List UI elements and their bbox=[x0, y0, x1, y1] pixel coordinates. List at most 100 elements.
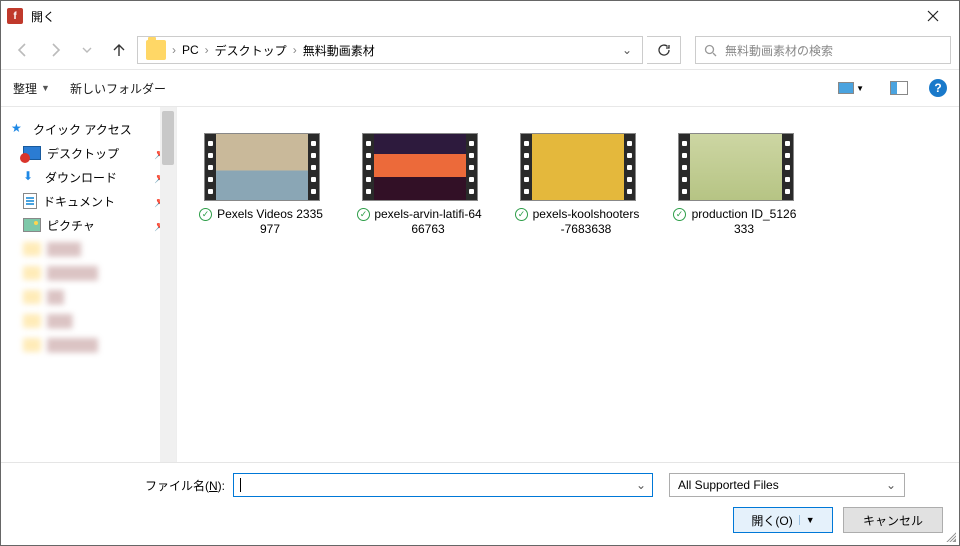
up-button[interactable] bbox=[105, 36, 133, 64]
filetype-select[interactable]: All Supported Files ⌄ bbox=[669, 473, 905, 497]
sidebar: ★ クイック アクセス デスクトップ 📌 ⬇ ダウンロード 📌 ドキュメント 📌… bbox=[1, 107, 177, 462]
app-icon: f bbox=[7, 8, 23, 24]
file-item[interactable]: ✓Pexels Videos 2335977 bbox=[197, 133, 327, 237]
organize-menu[interactable]: 整理 ▼ bbox=[13, 80, 50, 97]
desktop-icon bbox=[23, 146, 41, 160]
search-input[interactable]: 無料動画素材の検索 bbox=[695, 36, 951, 64]
sidebar-item-redacted[interactable]: ███ bbox=[1, 309, 176, 333]
text-caret bbox=[240, 478, 241, 492]
crumb-separator: › bbox=[170, 43, 178, 57]
footer: ファイル名(N): ⌄ All Supported Files ⌄ 開く(O) … bbox=[1, 462, 959, 545]
open-button[interactable]: 開く(O) ▼ bbox=[733, 507, 833, 533]
split-chevron-icon: ▼ bbox=[799, 515, 815, 525]
sidebar-scrollbar[interactable] bbox=[160, 107, 176, 462]
video-thumbnail bbox=[678, 133, 794, 201]
sync-check-icon: ✓ bbox=[357, 208, 370, 221]
chevron-down-icon: ▼ bbox=[41, 83, 50, 93]
sidebar-item-pictures[interactable]: ピクチャ 📌 bbox=[1, 213, 176, 237]
star-icon: ★ bbox=[11, 121, 27, 137]
address-bar[interactable]: › PC › デスクトップ › 無料動画素材 ⌄ bbox=[137, 36, 643, 64]
document-icon bbox=[23, 193, 37, 209]
sidebar-item-redacted[interactable]: ██████ bbox=[1, 261, 176, 285]
sync-check-icon: ✓ bbox=[673, 208, 686, 221]
pictures-icon bbox=[23, 218, 41, 232]
toolbar: 整理 ▼ 新しいフォルダー ▼ ? bbox=[1, 69, 959, 107]
cancel-button[interactable]: キャンセル bbox=[843, 507, 943, 533]
refresh-button[interactable] bbox=[647, 36, 681, 64]
file-item[interactable]: ✓pexels-arvin-latifi-6466763 bbox=[355, 133, 485, 237]
chevron-down-icon: ⌄ bbox=[886, 478, 896, 492]
resize-grip[interactable] bbox=[944, 530, 956, 542]
sidebar-item-label: ████ bbox=[47, 242, 81, 256]
crumb-separator: › bbox=[203, 43, 211, 57]
video-thumbnail bbox=[204, 133, 320, 201]
address-dropdown[interactable]: ⌄ bbox=[616, 43, 638, 57]
chevron-down-icon bbox=[82, 45, 92, 55]
close-icon bbox=[927, 10, 939, 22]
thumbnail-view-icon bbox=[838, 82, 854, 94]
organize-label: 整理 bbox=[13, 80, 37, 97]
preview-pane-icon bbox=[890, 81, 908, 95]
breadcrumb-desktop[interactable]: デスクトップ bbox=[211, 42, 291, 59]
film-sprocket-icon bbox=[782, 134, 793, 200]
folder-icon bbox=[23, 242, 41, 256]
sidebar-item-redacted[interactable]: ██████ bbox=[1, 333, 176, 357]
view-mode-button[interactable]: ▼ bbox=[833, 79, 869, 97]
sidebar-item-label: ███ bbox=[47, 314, 73, 328]
back-button[interactable] bbox=[9, 36, 37, 64]
folder-icon bbox=[23, 338, 41, 352]
recent-dropdown[interactable] bbox=[73, 36, 101, 64]
sidebar-item-downloads[interactable]: ⬇ ダウンロード 📌 bbox=[1, 165, 176, 189]
file-name: production ID_5126333 bbox=[689, 207, 799, 237]
new-folder-label: 新しいフォルダー bbox=[70, 80, 166, 97]
folder-icon bbox=[23, 290, 41, 304]
film-sprocket-icon bbox=[521, 134, 532, 200]
breadcrumb-current[interactable]: 無料動画素材 bbox=[299, 42, 379, 59]
film-sprocket-icon bbox=[466, 134, 477, 200]
folder-icon bbox=[23, 314, 41, 328]
file-name: pexels-koolshooters-7683638 bbox=[531, 207, 641, 237]
film-sprocket-icon bbox=[624, 134, 635, 200]
forward-button[interactable] bbox=[41, 36, 69, 64]
film-sprocket-icon bbox=[679, 134, 690, 200]
filetype-label: All Supported Files bbox=[678, 478, 779, 492]
sync-check-icon: ✓ bbox=[515, 208, 528, 221]
sidebar-item-label: ██████ bbox=[47, 266, 98, 280]
scrollbar-thumb[interactable] bbox=[162, 111, 174, 165]
file-item[interactable]: ✓production ID_5126333 bbox=[671, 133, 801, 237]
file-name: Pexels Videos 2335977 bbox=[215, 207, 325, 237]
arrow-right-icon bbox=[46, 41, 64, 59]
help-button[interactable]: ? bbox=[929, 79, 947, 97]
window-title: 開く bbox=[31, 8, 55, 25]
filename-input[interactable]: ⌄ bbox=[233, 473, 653, 497]
video-thumbnail bbox=[520, 133, 636, 201]
search-icon bbox=[704, 44, 717, 57]
new-folder-button[interactable]: 新しいフォルダー bbox=[70, 80, 166, 97]
film-sprocket-icon bbox=[205, 134, 216, 200]
filename-label: ファイル名(N): bbox=[145, 477, 225, 494]
folder-icon bbox=[23, 266, 41, 280]
arrow-left-icon bbox=[14, 41, 32, 59]
film-sprocket-icon bbox=[363, 134, 374, 200]
open-button-label: 開く(O) bbox=[751, 512, 792, 529]
video-thumbnail bbox=[362, 133, 478, 201]
sidebar-item-redacted[interactable]: ████ bbox=[1, 237, 176, 261]
breadcrumb-pc[interactable]: PC bbox=[178, 43, 203, 57]
sidebar-item-label: ██████ bbox=[47, 338, 98, 352]
sidebar-item-documents[interactable]: ドキュメント 📌 bbox=[1, 189, 176, 213]
chevron-down-icon[interactable]: ⌄ bbox=[636, 478, 646, 492]
file-item[interactable]: ✓pexels-koolshooters-7683638 bbox=[513, 133, 643, 237]
download-icon: ⬇ bbox=[23, 169, 39, 185]
sidebar-item-label: ピクチャ bbox=[47, 217, 95, 234]
sidebar-item-quick-access[interactable]: ★ クイック アクセス bbox=[1, 117, 176, 141]
close-button[interactable] bbox=[913, 2, 953, 30]
sidebar-item-desktop[interactable]: デスクトップ 📌 bbox=[1, 141, 176, 165]
nav-row: › PC › デスクトップ › 無料動画素材 ⌄ 無料動画素材の検索 bbox=[1, 31, 959, 69]
preview-pane-button[interactable] bbox=[885, 78, 913, 98]
sidebar-item-label: クイック アクセス bbox=[33, 121, 132, 138]
crumb-separator: › bbox=[291, 43, 299, 57]
search-placeholder: 無料動画素材の検索 bbox=[725, 42, 833, 59]
sync-check-icon: ✓ bbox=[199, 208, 212, 221]
file-list: ✓Pexels Videos 2335977 ✓pexels-arvin-lat… bbox=[177, 107, 959, 462]
sidebar-item-redacted[interactable]: ██ bbox=[1, 285, 176, 309]
